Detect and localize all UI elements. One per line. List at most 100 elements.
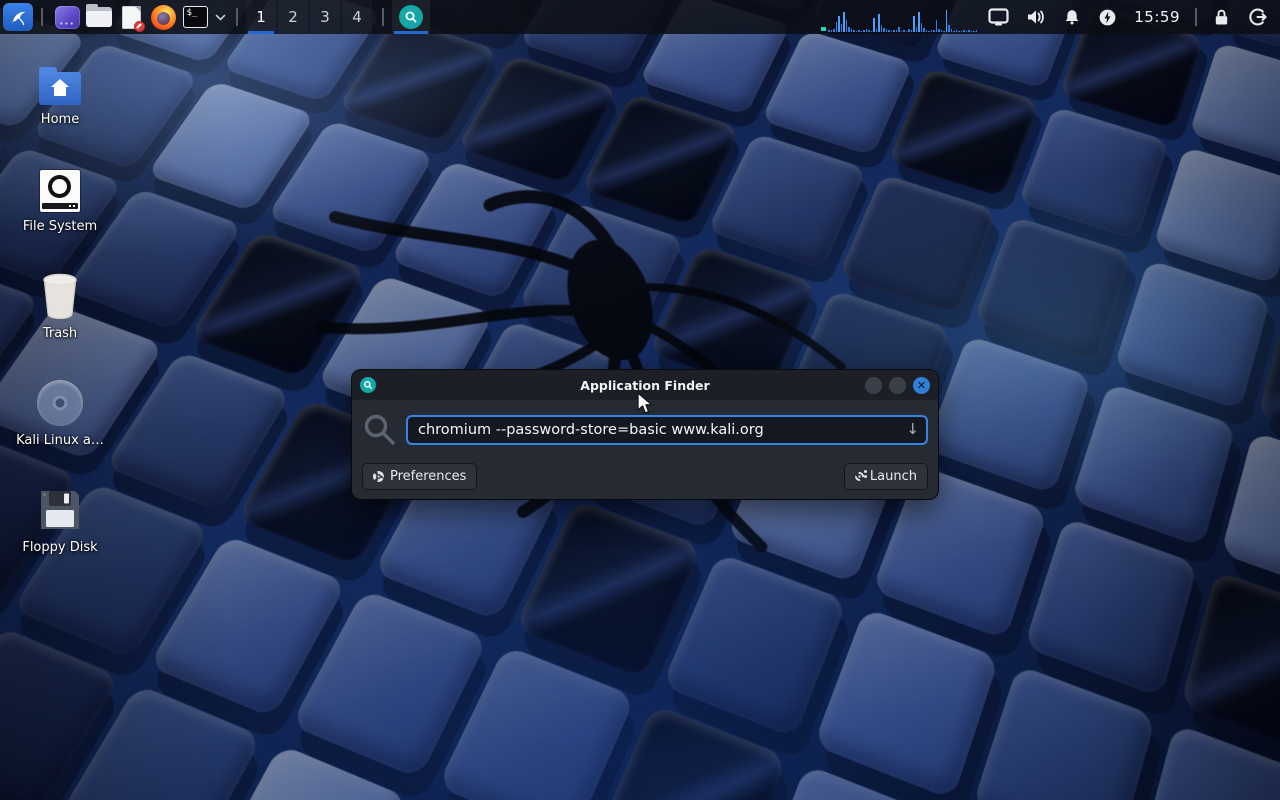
workspace-3[interactable]: 3 bbox=[310, 0, 340, 34]
launcher-file-manager[interactable] bbox=[83, 2, 115, 32]
cpu-graph-bar bbox=[918, 12, 920, 32]
cpu-graph-bar bbox=[831, 30, 833, 32]
command-input[interactable] bbox=[406, 415, 928, 445]
cpu-graph-bar bbox=[891, 31, 893, 32]
firefox-icon bbox=[151, 5, 176, 30]
cpu-graph-indicator bbox=[821, 27, 826, 31]
minimize-button[interactable] bbox=[865, 377, 882, 394]
cpu-graph-bar bbox=[973, 31, 975, 32]
cpu-graph-bar bbox=[853, 30, 855, 32]
preferences-label: Preferences bbox=[390, 469, 466, 484]
history-dropdown-icon[interactable]: ↓ bbox=[906, 420, 919, 438]
workspace-4[interactable]: 4 bbox=[342, 0, 372, 34]
kali-dragon-silhouette bbox=[280, 125, 900, 605]
cpu-graph-bar bbox=[908, 29, 910, 32]
desktop-icon-label: File System bbox=[10, 219, 110, 234]
cpu-graph-bar bbox=[941, 30, 943, 32]
cpu-graph-bar bbox=[836, 22, 838, 32]
cpu-graph-bar bbox=[888, 30, 890, 32]
desktop-icon-home[interactable]: Home bbox=[10, 55, 110, 127]
power-manager-icon[interactable] bbox=[1098, 8, 1117, 27]
cpu-graph-bar bbox=[828, 30, 830, 32]
cpu-graph-bar bbox=[933, 30, 935, 32]
desktop-icon-label: Home bbox=[10, 112, 110, 127]
desktop-icon-kali-cd[interactable]: Kali Linux a… bbox=[10, 376, 110, 448]
notifications-icon[interactable] bbox=[1063, 8, 1081, 26]
wallpaper-cube bbox=[1023, 517, 1198, 698]
maximize-button[interactable] bbox=[889, 377, 906, 394]
cpu-graph-bar bbox=[961, 31, 963, 32]
desktop-icon-floppy[interactable]: Floppy Disk bbox=[10, 483, 110, 555]
cpu-graph-bar bbox=[868, 30, 870, 32]
cpu-graph-bar bbox=[943, 31, 945, 32]
lock-icon[interactable] bbox=[1212, 8, 1231, 27]
cpu-graph-bar bbox=[883, 28, 885, 32]
cpu-graph-bar bbox=[928, 31, 930, 32]
cpu-graph-bar bbox=[968, 30, 970, 32]
desktop-icon-label: Floppy Disk bbox=[10, 540, 110, 555]
cd-disc-icon bbox=[37, 380, 83, 426]
active-workspace-indicator bbox=[248, 31, 274, 34]
volume-icon[interactable] bbox=[1026, 8, 1046, 26]
logout-icon[interactable] bbox=[1248, 7, 1268, 27]
preferences-button[interactable]: Preferences bbox=[362, 463, 477, 490]
window-app-icon: ••• bbox=[55, 6, 80, 29]
system-tray: 15:59 bbox=[988, 7, 1280, 27]
cpu-graph-bar bbox=[851, 29, 853, 32]
cpu-graph-bar bbox=[976, 30, 978, 32]
cpu-graph-bar bbox=[856, 31, 858, 32]
cpu-graph-bar bbox=[938, 29, 940, 32]
cpu-graph-bar bbox=[878, 14, 880, 32]
cpu-graph-bar bbox=[903, 30, 905, 32]
cpu-graph-bar bbox=[923, 28, 925, 32]
desktop-icon-file-system[interactable]: File System bbox=[10, 162, 110, 234]
cpu-graph-bar bbox=[966, 31, 968, 32]
workspace-1[interactable]: 1 bbox=[246, 0, 276, 34]
cpu-graph-bar bbox=[871, 31, 873, 32]
cpu-graph-bar bbox=[846, 20, 848, 32]
workspace-4-label: 4 bbox=[352, 8, 362, 26]
desktop-icon-trash[interactable]: Trash bbox=[10, 269, 110, 341]
panel-separator bbox=[1195, 8, 1197, 26]
display-icon[interactable] bbox=[988, 8, 1009, 26]
appfinder-search-icon bbox=[399, 5, 423, 29]
workspace-1-label: 1 bbox=[256, 8, 266, 26]
launcher-firefox[interactable] bbox=[147, 2, 179, 32]
floppy-disk-icon bbox=[37, 487, 83, 533]
cpu-graph-bar bbox=[921, 23, 923, 32]
taskbar-application-finder[interactable] bbox=[392, 0, 430, 34]
cpu-graph-bar bbox=[926, 30, 928, 32]
cpu-graph-bar bbox=[866, 29, 868, 32]
close-button[interactable]: ✕ bbox=[913, 377, 930, 394]
wallpaper-cube bbox=[1135, 723, 1280, 800]
folder-icon bbox=[86, 7, 112, 27]
mouse-cursor bbox=[636, 392, 656, 416]
workspace-2[interactable]: 2 bbox=[278, 0, 308, 34]
cpu-graph[interactable] bbox=[820, 0, 974, 34]
launch-label: Launch bbox=[870, 469, 917, 484]
launcher-window-app[interactable]: ••• bbox=[51, 2, 83, 32]
cpu-graph-bar bbox=[963, 30, 965, 32]
launcher-terminal[interactable]: $_ bbox=[179, 2, 211, 32]
dialog-title: Application Finder bbox=[352, 378, 938, 393]
cpu-graph-bar bbox=[881, 25, 883, 32]
cpu-graph-bar bbox=[948, 25, 950, 32]
kali-menu-button[interactable] bbox=[3, 3, 33, 31]
cpu-graph-bar bbox=[936, 20, 938, 32]
clock[interactable]: 15:59 bbox=[1134, 8, 1180, 26]
trash-icon bbox=[38, 273, 82, 319]
cpu-graph-bar bbox=[848, 27, 850, 32]
cpu-graph-bar bbox=[971, 31, 973, 32]
cpu-graph-bar bbox=[911, 30, 913, 32]
screen: ••• $_ 1 2 3 4 bbox=[0, 0, 1280, 800]
cpu-graph-bar bbox=[843, 12, 845, 32]
cpu-graph-bar bbox=[873, 18, 875, 32]
cpu-graph-bar bbox=[953, 31, 955, 32]
cpu-graph-bar bbox=[946, 10, 948, 32]
launch-button[interactable]: Launch bbox=[844, 463, 928, 490]
hard-drive-icon bbox=[40, 170, 80, 212]
wallpaper-cube bbox=[925, 335, 1092, 494]
chevron-down-icon[interactable] bbox=[215, 14, 226, 21]
launcher-text-editor[interactable] bbox=[115, 2, 147, 32]
cpu-graph-bar bbox=[958, 31, 960, 32]
